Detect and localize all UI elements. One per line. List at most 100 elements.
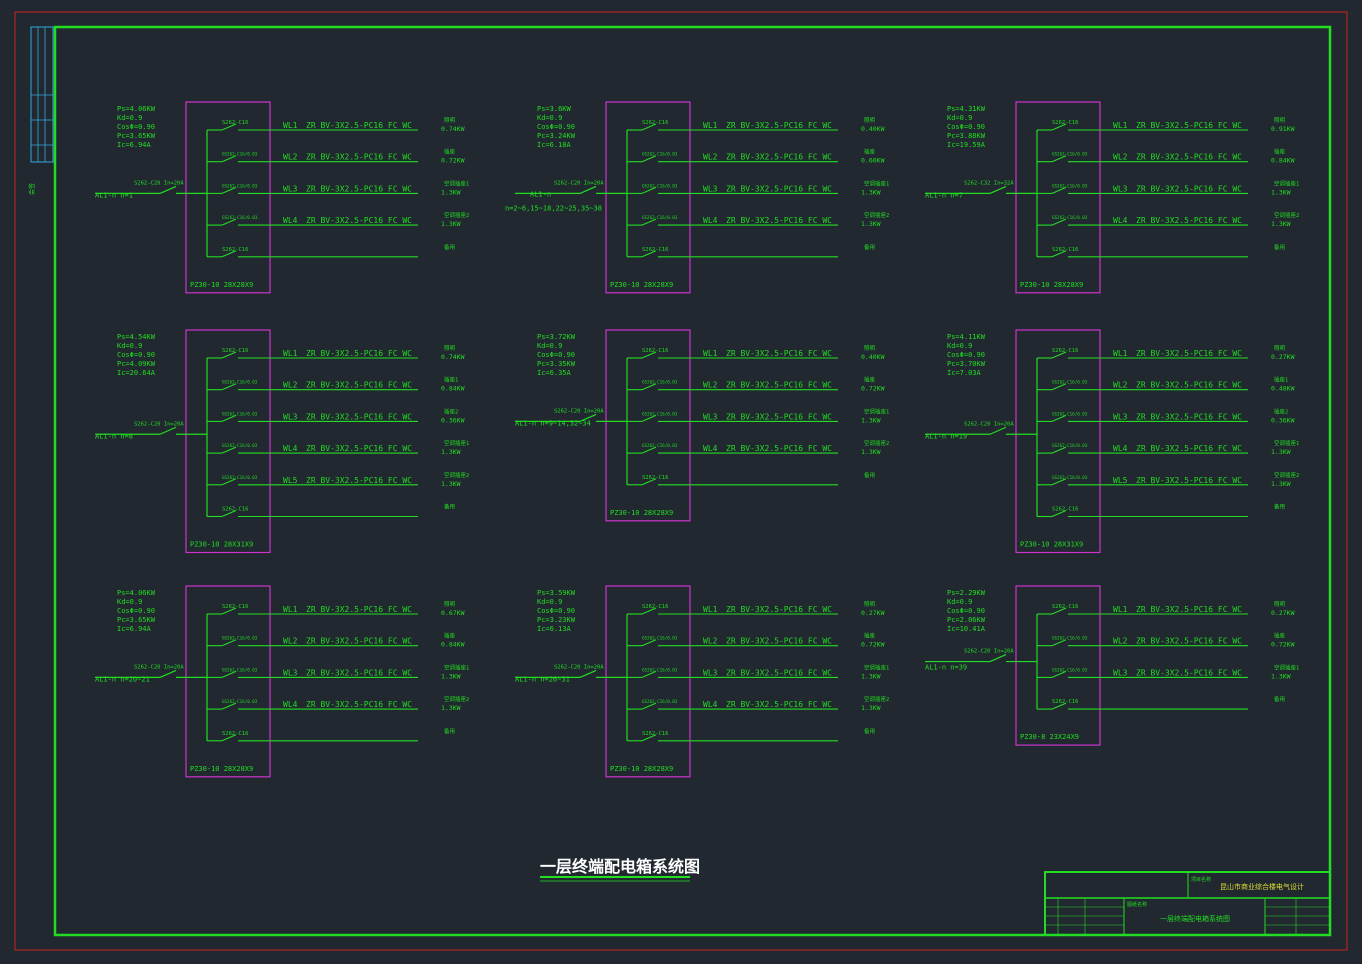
main-breaker-label: S262-C20 In=20A <box>134 180 184 186</box>
circuit-load: 0.27KW <box>1271 353 1295 361</box>
circuit-breaker: S262-C16 <box>1052 120 1079 126</box>
circuit-id: WL4 <box>283 700 298 709</box>
panel-name: AL1-n n=9~14,32~34 <box>515 419 591 427</box>
panel-box-label: PZ30-10 28X28X9 <box>610 509 673 517</box>
circuit-3: GS262-C16/0.03 WL3 ZR BV-3X2.5-PC16 FC WC 空… <box>627 407 889 424</box>
circuit-id: WL2 <box>703 153 718 162</box>
circuit-cable: ZR BV-3X2.5-PC16 FC WC <box>1136 184 1242 193</box>
circuit-3: GS262-C16/0.03 WL3 ZR BV-3X2.5-PC16 FC WC 空… <box>207 179 469 196</box>
circuit-use: 插座 <box>864 376 876 384</box>
panel-stat: CosΦ=0.90 <box>117 607 155 615</box>
circuit-3: GS262-C16/0.03 WL3 ZR BV-3X2.5-PC16 FC WC 空… <box>627 663 889 680</box>
circuit-load: 1.3KW <box>441 480 461 488</box>
circuit-use: 备用 <box>444 727 455 735</box>
circuit-breaker: GS262-C16/0.03 <box>1052 152 1088 157</box>
panel-stat: Pc=3.70KW <box>947 360 986 368</box>
circuit-1: S262-C16 WL1 ZR BV-3X2.5-PC16 FC WC 照明0.91K… <box>1037 117 1295 133</box>
circuit-use: 备用 <box>1274 503 1285 511</box>
panel-enclosure <box>1015 101 1101 294</box>
panel-4: Ps=4.54KWKd=0.9CosΦ=0.90Pc=4.09KWIc=20.6… <box>95 329 469 554</box>
circuit-breaker: S262-C16 <box>1052 247 1079 253</box>
circuit-use: 空调插座2 <box>1274 471 1299 479</box>
panel-stat: Kd=0.9 <box>117 342 142 350</box>
panel-stat: Ic=19.59A <box>947 141 986 149</box>
circuit-load: 1.3KW <box>861 188 881 196</box>
drawing-canvas: 会签 Ps=4.06KWKd=0.9CosΦ=0.90Pc=3.65KWIc=6… <box>14 11 1348 951</box>
panel-stat: Kd=0.9 <box>947 598 972 606</box>
circuit-cable: ZR BV-3X2.5-PC16 FC WC <box>726 121 832 130</box>
circuit-cable: ZR BV-3X2.5-PC16 FC WC <box>306 605 412 614</box>
circuit-use: 插座2 <box>1274 407 1288 415</box>
panel-stat: CosΦ=0.90 <box>537 351 575 359</box>
panel-stat: CosΦ=0.90 <box>947 351 985 359</box>
circuit-4: GS262-C16/0.03 WL4 ZR BV-3X2.5-PC16 FC WC 空… <box>1037 211 1299 228</box>
panel-stat: Pc=2.06KW <box>947 616 986 624</box>
circuit-id: WL3 <box>283 668 298 677</box>
circuit-load: 1.3KW <box>441 704 461 712</box>
panel-6: Ps=4.11KWKd=0.9CosΦ=0.90Pc=3.70KWIc=7.03… <box>925 329 1299 554</box>
circuit-breaker: S262-C16 <box>642 731 669 737</box>
circuit-id: WL2 <box>1113 637 1128 646</box>
panel-stat: Ic=7.03A <box>947 369 982 377</box>
circuit-breaker: GS262-C16/0.03 <box>642 699 678 704</box>
circuit-use: 空调插座2 <box>864 695 889 703</box>
panel-stat: Ps=4.06KW <box>117 105 156 113</box>
circuit-use: 插座1 <box>1274 376 1288 384</box>
panel-enclosure <box>1015 329 1101 554</box>
circuit-load: 0.60KW <box>861 157 885 165</box>
circuit-load: 0.40KW <box>861 125 885 133</box>
main-breaker-label: S262-C32 In=32A <box>964 180 1014 186</box>
circuit-breaker: S262-C16 <box>222 247 249 253</box>
panel-box-label: PZ30-10 28X31X9 <box>1020 541 1083 549</box>
circuit-breaker: GS262-C16/0.03 <box>222 636 258 641</box>
circuit-use: 备用 <box>864 471 875 479</box>
circuit-5: S262-C16 备用 <box>207 243 455 258</box>
panel-enclosure <box>185 101 271 294</box>
circuit-id: WL2 <box>703 637 718 646</box>
circuit-use: 空调插座2 <box>864 439 889 447</box>
circuit-use: 空调插座1 <box>1274 439 1299 447</box>
circuit-breaker: S262-C16 <box>642 348 669 354</box>
circuit-load: 0.72KW <box>1271 641 1295 649</box>
circuit-load: 0.72KW <box>861 385 885 393</box>
circuit-id: WL1 <box>283 605 298 614</box>
circuit-cable: ZR BV-3X2.5-PC16 FC WC <box>1136 605 1242 614</box>
circuit-use: 空调插座2 <box>1274 211 1299 219</box>
circuit-cable: ZR BV-3X2.5-PC16 FC WC <box>726 412 832 421</box>
circuit-4: GS262-C16/0.03 WL4 ZR BV-3X2.5-PC16 FC WC 空… <box>1037 439 1299 456</box>
panel-stat: Pc=3.23KW <box>537 616 576 624</box>
circuit-id: WL3 <box>1113 412 1128 421</box>
project-name: 昆山市商业综合楼电气设计 <box>1220 882 1304 891</box>
circuit-breaker: S262-C16 <box>1052 507 1079 513</box>
circuit-breaker: S262-C16 <box>1052 699 1079 705</box>
circuit-breaker: GS262-C16/0.03 <box>642 667 678 672</box>
circuit-id: WL3 <box>703 412 718 421</box>
circuit-2: GS262-C16/0.03 WL2 ZR BV-3X2.5-PC16 FC WC 插… <box>627 148 885 165</box>
circuit-1: S262-C16 WL1 ZR BV-3X2.5-PC16 FC WC 照明0.27K… <box>627 601 885 617</box>
panel-enclosure <box>605 101 691 294</box>
circuit-id: WL1 <box>1113 605 1128 614</box>
circuit-id: WL2 <box>283 381 298 390</box>
circuit-6: S262-C16 备用 <box>207 503 455 518</box>
circuit-cable: ZR BV-3X2.5-PC16 FC WC <box>1136 349 1242 358</box>
circuit-breaker: GS262-C16/0.03 <box>222 443 258 448</box>
circuit-id: WL2 <box>1113 381 1128 390</box>
circuit-use: 空调插座1 <box>864 663 889 671</box>
circuit-use: 照明 <box>444 345 456 352</box>
panel-stat: CosΦ=0.90 <box>537 607 575 615</box>
panel-name: AL1-n n=26~31 <box>515 675 570 683</box>
circuit-id: WL1 <box>1113 349 1128 358</box>
circuit-use: 插座 <box>444 632 456 640</box>
circuit-cable: ZR BV-3X2.5-PC16 FC WC <box>726 184 832 193</box>
circuit-id: WL5 <box>283 476 298 485</box>
panel-name: AL1-n n=39 <box>925 664 967 672</box>
circuit-use: 插座 <box>1274 632 1286 640</box>
circuit-load: 0.40KW <box>861 353 885 361</box>
circuit-cable: ZR BV-3X2.5-PC16 FC WC <box>1136 668 1242 677</box>
circuit-breaker: GS262-C16/0.03 <box>642 215 678 220</box>
circuit-id: WL3 <box>1113 668 1128 677</box>
circuit-load: 0.74KW <box>441 353 465 361</box>
panel-stat: Pc=3.65KW <box>117 132 156 140</box>
circuit-cable: ZR BV-3X2.5-PC16 FC WC <box>1136 216 1242 225</box>
circuit-load: 1.3KW <box>1271 188 1291 196</box>
